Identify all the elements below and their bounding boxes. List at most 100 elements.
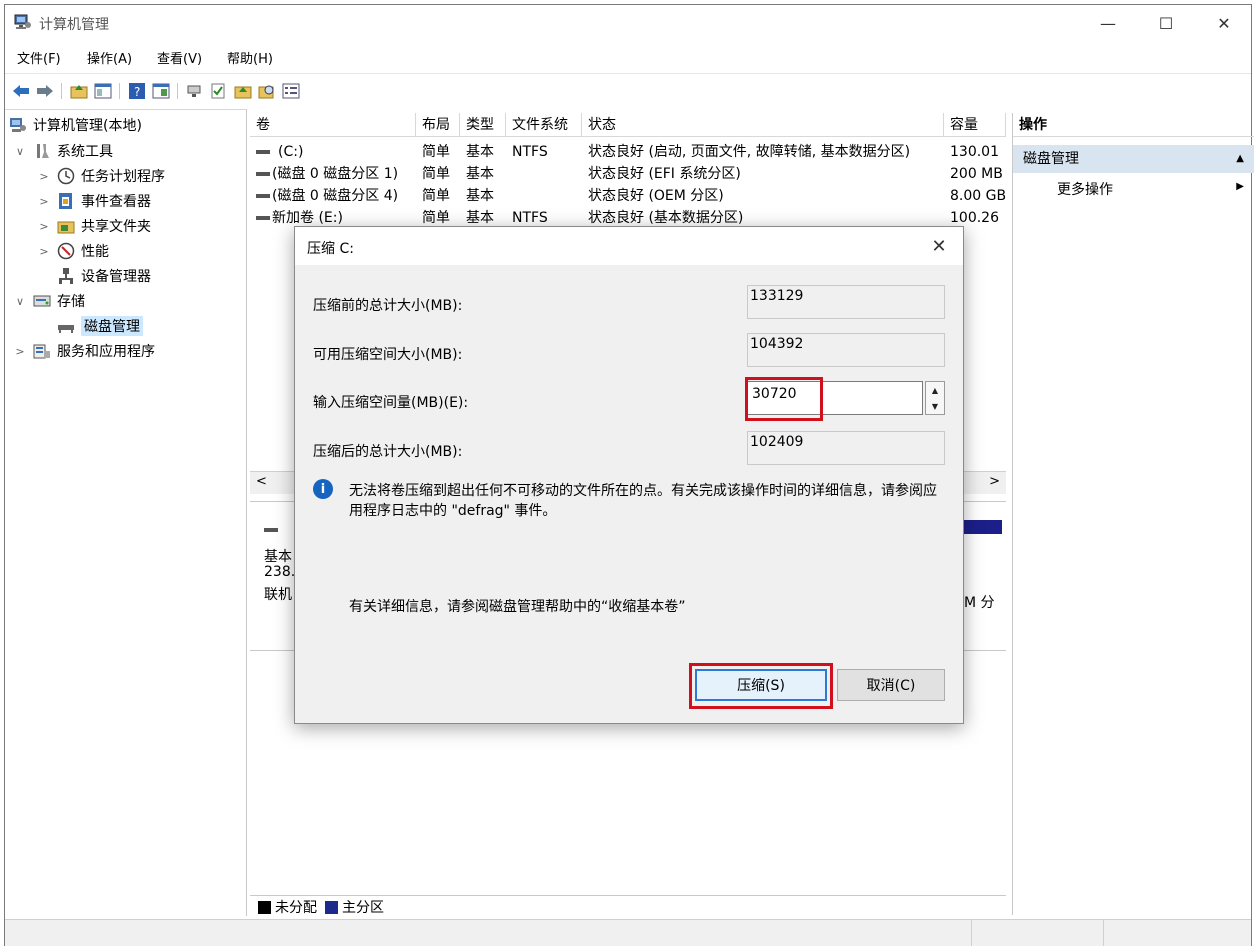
available-shrink-label: 可用压缩空间大小(MB): bbox=[313, 347, 463, 363]
stepper-down-icon[interactable]: ▼ bbox=[926, 398, 944, 414]
submenu-arrow-icon[interactable]: ▶ bbox=[1236, 181, 1244, 192]
info-message: 无法将卷压缩到超出任何不可移动的文件所在的点。有关完成该操作时间的详细信息，请参… bbox=[349, 483, 937, 519]
close-button[interactable]: ✕ bbox=[1195, 5, 1253, 41]
forward-icon[interactable] bbox=[35, 81, 55, 101]
tree-label: 设备管理器 bbox=[81, 269, 151, 285]
shrink-amount-stepper[interactable]: ▲ ▼ bbox=[925, 381, 945, 415]
actions-header: 操作 bbox=[1013, 113, 1254, 137]
tree-item-task-scheduler[interactable]: > 任务计划程序 bbox=[37, 165, 165, 187]
total-before-label: 压缩前的总计大小(MB): bbox=[313, 298, 463, 314]
table-row[interactable]: (磁盘 0 磁盘分区 4) 简单 基本 状态良好 (OEM 分区) 8.00 G… bbox=[250, 185, 1006, 207]
scroll-left-icon[interactable]: < bbox=[256, 474, 267, 489]
cell-filesystem bbox=[512, 163, 582, 185]
tree-item-event-viewer[interactable]: > 事件查看器 bbox=[37, 190, 151, 212]
column-volume[interactable]: 卷 bbox=[250, 113, 416, 137]
task-scheduler-icon bbox=[57, 167, 75, 185]
menu-file[interactable]: 文件(F) bbox=[17, 48, 61, 67]
toolbar: ? bbox=[5, 73, 1251, 108]
stepper-up-icon[interactable]: ▲ bbox=[926, 382, 944, 398]
disk-management-icon bbox=[57, 317, 75, 335]
tree-item-performance[interactable]: > 性能 bbox=[37, 240, 109, 262]
cell-type: 基本 bbox=[466, 188, 494, 204]
cell-volume: (C:) bbox=[278, 144, 304, 160]
disk-size: 238. bbox=[264, 564, 296, 580]
column-filesystem[interactable]: 文件系统 bbox=[506, 113, 582, 137]
dialog-title-bar: 压缩 C: ✕ bbox=[295, 227, 963, 265]
event-viewer-icon bbox=[57, 192, 75, 210]
connect-icon[interactable] bbox=[185, 81, 205, 101]
help-icon[interactable]: ? bbox=[127, 81, 147, 101]
status-bar bbox=[5, 919, 1251, 946]
menu-action[interactable]: 操作(A) bbox=[87, 48, 132, 67]
help-reference: 有关详细信息，请参阅磁盘管理帮助中的“收缩基本卷” bbox=[349, 599, 686, 615]
navigation-tree: 计算机管理(本地) ∨ 系统工具 > 任务计划程序 > 事件查看器 > 共享文件… bbox=[5, 109, 247, 916]
cell-capacity: 130.01 bbox=[950, 144, 999, 160]
actions-pane: 操作 磁盘管理 ▲ 更多操作 ▶ bbox=[1012, 113, 1254, 915]
legend-primary: 主分区 bbox=[342, 900, 384, 916]
minimize-button[interactable]: — bbox=[1079, 5, 1137, 41]
back-icon[interactable] bbox=[11, 81, 31, 101]
chevron-right-icon[interactable]: > bbox=[37, 245, 51, 258]
highlight-box bbox=[745, 377, 823, 421]
dialog-title: 压缩 C: bbox=[307, 241, 354, 257]
cell-status: 状态良好 (OEM 分区) bbox=[588, 188, 724, 204]
search-icon[interactable] bbox=[257, 81, 277, 101]
scroll-right-icon[interactable]: > bbox=[989, 474, 1000, 489]
maximize-icon: ☐ bbox=[1158, 13, 1174, 33]
window-title: 计算机管理 bbox=[39, 17, 109, 33]
available-shrink-value: 104392 bbox=[747, 333, 945, 367]
check-icon[interactable] bbox=[209, 81, 229, 101]
cell-layout: 简单 bbox=[422, 166, 450, 182]
chevron-down-icon[interactable]: ∨ bbox=[13, 295, 27, 308]
table-row[interactable]: (C:) 简单 基本 NTFS 状态良好 (启动, 页面文件, 故障转储, 基本… bbox=[250, 141, 1006, 163]
info-icon: i bbox=[313, 479, 333, 499]
tree-item-system-tools[interactable]: ∨ 系统工具 bbox=[13, 140, 113, 162]
properties-icon[interactable] bbox=[151, 81, 171, 101]
menu-view[interactable]: 查看(V) bbox=[157, 48, 202, 67]
shrink-button[interactable]: 压缩(S) bbox=[695, 669, 827, 701]
more-actions[interactable]: 更多操作 bbox=[1057, 179, 1113, 199]
column-type[interactable]: 类型 bbox=[460, 113, 506, 137]
volume-icon bbox=[256, 150, 270, 154]
legend: 未分配 主分区 bbox=[250, 895, 1006, 918]
services-apps-icon bbox=[33, 342, 51, 360]
tree-label: 服务和应用程序 bbox=[57, 344, 155, 360]
dialog-close-button[interactable]: ✕ bbox=[925, 233, 953, 259]
column-capacity[interactable]: 容量 bbox=[944, 113, 1006, 137]
storage-icon bbox=[33, 292, 51, 310]
tree-label: 存储 bbox=[57, 294, 85, 310]
list-view-icon[interactable] bbox=[281, 81, 301, 101]
shrink-dialog: 压缩 C: ✕ 压缩前的总计大小(MB): 133129 可用压缩空间大小(MB… bbox=[294, 226, 964, 724]
cell-layout: 简单 bbox=[422, 188, 450, 204]
tree-item-computer-management[interactable]: 计算机管理(本地) bbox=[9, 114, 142, 136]
system-tools-icon bbox=[33, 142, 51, 160]
tree-item-device-manager[interactable]: 设备管理器 bbox=[37, 265, 151, 287]
svg-text:?: ? bbox=[134, 85, 140, 99]
folder-up-icon[interactable] bbox=[233, 81, 253, 101]
chevron-right-icon[interactable]: > bbox=[37, 220, 51, 233]
device-manager-icon bbox=[57, 267, 75, 285]
total-before-value: 133129 bbox=[747, 285, 945, 319]
tree-item-shared-folders[interactable]: > 共享文件夹 bbox=[37, 215, 151, 237]
maximize-button[interactable]: ☐ bbox=[1137, 5, 1195, 41]
tree-item-services-apps[interactable]: > 服务和应用程序 bbox=[13, 340, 155, 362]
table-row[interactable]: (磁盘 0 磁盘分区 1) 简单 基本 状态良好 (EFI 系统分区) 200 … bbox=[250, 163, 1006, 185]
column-status[interactable]: 状态 bbox=[582, 113, 944, 137]
chevron-down-icon[interactable]: ∨ bbox=[13, 145, 27, 158]
up-folder-icon[interactable] bbox=[69, 81, 89, 101]
chevron-right-icon[interactable]: > bbox=[37, 195, 51, 208]
chevron-right-icon[interactable]: > bbox=[13, 345, 27, 358]
cancel-button[interactable]: 取消(C) bbox=[837, 669, 945, 701]
chevron-right-icon[interactable]: > bbox=[37, 170, 51, 183]
cell-volume: (磁盘 0 磁盘分区 4) bbox=[272, 188, 399, 204]
tree-label: 任务计划程序 bbox=[81, 169, 165, 185]
total-after-label: 压缩后的总计大小(MB): bbox=[313, 444, 463, 460]
collapse-up-icon[interactable]: ▲ bbox=[1236, 145, 1244, 173]
actions-section-disk-management[interactable]: 磁盘管理 ▲ bbox=[1013, 145, 1254, 173]
partition-label: M 分 bbox=[964, 595, 995, 611]
tree-item-storage[interactable]: ∨ 存储 bbox=[13, 290, 85, 312]
tree-item-disk-management[interactable]: 磁盘管理 bbox=[37, 315, 143, 337]
show-hide-tree-icon[interactable] bbox=[93, 81, 113, 101]
menu-help[interactable]: 帮助(H) bbox=[227, 48, 273, 67]
column-layout[interactable]: 布局 bbox=[416, 113, 460, 137]
